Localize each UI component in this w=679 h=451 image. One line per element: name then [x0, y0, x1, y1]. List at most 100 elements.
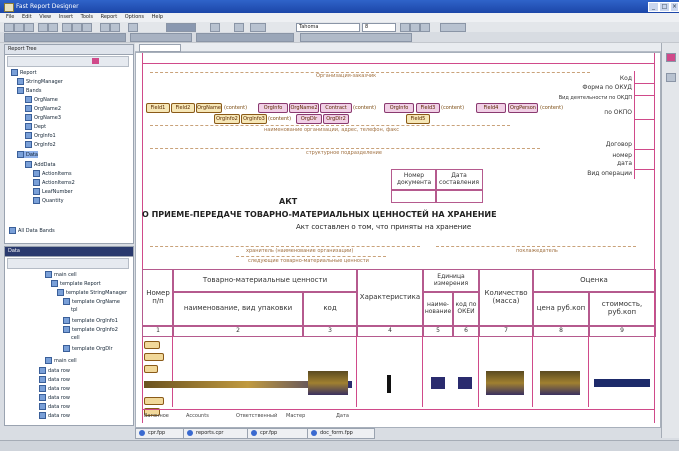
font-combo[interactable]: Tahoma [296, 23, 360, 32]
field-pill[interactable]: Field3 [416, 103, 440, 113]
band-marker[interactable] [144, 397, 164, 405]
data-item[interactable]: template StringManager [57, 289, 127, 296]
maximize-icon[interactable]: □ [659, 2, 670, 12]
tree-item[interactable]: AddData [25, 161, 56, 168]
font-italic-icon[interactable] [410, 23, 420, 32]
file-tab[interactable]: reports.cpr [183, 428, 257, 439]
unit-name-field[interactable] [431, 377, 445, 389]
data-item[interactable]: data row [39, 412, 70, 419]
save-icon[interactable] [24, 23, 34, 32]
data-item[interactable]: data row [39, 367, 70, 374]
qty-field[interactable] [486, 371, 524, 395]
align-icon[interactable] [210, 23, 220, 32]
band-marker[interactable] [144, 365, 158, 373]
font-underline-icon[interactable] [420, 23, 430, 32]
field-pill[interactable]: Field4 [476, 103, 506, 113]
data-item[interactable]: tpl [71, 307, 78, 313]
redo-icon[interactable] [110, 23, 120, 32]
tree-item[interactable]: Quantity [33, 197, 64, 204]
field-pill[interactable]: OrgPerson [508, 103, 538, 113]
close-icon[interactable]: × [670, 2, 679, 12]
field-pill[interactable]: OrgName2 [289, 103, 319, 113]
menu-insert[interactable]: Insert [59, 14, 73, 20]
tree-item[interactable]: StringManager [17, 78, 63, 85]
paste-icon[interactable] [82, 23, 92, 32]
zoom-icon[interactable] [128, 23, 138, 32]
tree-item[interactable]: OrgName3 [25, 114, 61, 121]
cut-icon[interactable] [62, 23, 72, 32]
preview-icon[interactable] [38, 23, 48, 32]
tree-item[interactable]: OrgName [25, 96, 58, 103]
tree-item[interactable]: Bands [17, 87, 41, 94]
font-bold-icon[interactable] [400, 23, 410, 32]
toolbox-icon[interactable] [666, 73, 676, 82]
doc-date-value[interactable] [435, 189, 483, 203]
tree-item[interactable]: OrgInfo2 [25, 141, 56, 148]
bold-icon[interactable] [234, 23, 244, 32]
data-item[interactable]: main cell [45, 357, 77, 364]
format-buttons[interactable] [4, 33, 126, 42]
field-pill[interactable]: Field2 [171, 103, 195, 113]
copy-icon[interactable] [72, 23, 82, 32]
align-group-icon[interactable] [440, 23, 466, 32]
data-item[interactable]: template OrgDlr [63, 345, 113, 352]
open-icon[interactable] [14, 23, 24, 32]
menu-view[interactable]: View [39, 14, 51, 20]
data-item[interactable]: template OrgInfo1 [63, 317, 118, 324]
field-pill[interactable]: Field5 [406, 114, 430, 124]
data-item[interactable]: template OrgInfo2 [63, 326, 118, 333]
report-canvas[interactable]: Организация-заказчик Код Форма по ОКУД п… [135, 52, 661, 428]
menu-tools[interactable]: Tools [81, 14, 93, 20]
menu-help[interactable]: Help [152, 14, 163, 20]
tree-item[interactable]: Dept [25, 123, 46, 130]
field-pill[interactable]: OrgInfo3 [241, 114, 267, 124]
field-pill[interactable]: Field1 [146, 103, 170, 113]
tree-item-root[interactable]: Report [11, 69, 37, 76]
data-item[interactable]: cell [71, 335, 80, 341]
field-pill[interactable]: OrgInfo [384, 103, 414, 113]
field-pill[interactable]: OrgDlr2 [323, 114, 349, 124]
menu-options[interactable]: Options [125, 14, 144, 20]
menu-report[interactable]: Report [101, 14, 118, 20]
band-marker[interactable] [144, 341, 160, 349]
menu-file[interactable]: File [6, 14, 14, 20]
field-pill[interactable]: OrgDlr [296, 114, 322, 124]
tree-item[interactable]: ActionItems [33, 170, 72, 177]
grid-button[interactable] [166, 23, 196, 32]
data-item[interactable]: data row [39, 376, 70, 383]
char-field[interactable] [387, 375, 391, 393]
tree-item[interactable]: LeafNumber [33, 188, 73, 195]
new-icon[interactable] [4, 23, 14, 32]
tree-item[interactable]: OrgName2 [25, 105, 61, 112]
print-icon[interactable] [48, 23, 58, 32]
unit-code-field[interactable] [458, 377, 472, 389]
doc-number-value[interactable] [391, 189, 437, 203]
field-pill[interactable]: OrgName [196, 103, 222, 113]
color-icon[interactable] [250, 23, 266, 32]
toolbox-icon[interactable] [666, 53, 676, 62]
object-buttons[interactable] [300, 33, 412, 42]
data-item[interactable]: main cell [45, 271, 77, 278]
tree-item-selected[interactable]: Data [17, 151, 38, 158]
price-field[interactable] [540, 371, 580, 395]
data-item[interactable]: template OrgName [63, 298, 120, 305]
size-combo[interactable]: 8 [362, 23, 396, 32]
layout-buttons[interactable] [196, 33, 294, 42]
data-item[interactable]: data row [39, 385, 70, 392]
code-field[interactable] [308, 371, 348, 395]
field-pill[interactable]: OrgInfo2 [214, 114, 240, 124]
data-item[interactable]: template Report [51, 280, 101, 287]
border-buttons[interactable] [130, 33, 192, 42]
cost-field[interactable] [594, 379, 650, 387]
menu-edit[interactable]: Edit [22, 14, 32, 20]
undo-icon[interactable] [100, 23, 110, 32]
data-item[interactable]: data row [39, 394, 70, 401]
minimize-icon[interactable]: _ [648, 2, 659, 12]
band-marker[interactable] [144, 353, 164, 361]
tree-item[interactable]: All Data Bands [9, 227, 55, 234]
tree-item[interactable]: ActionItems2 [33, 179, 75, 186]
data-item[interactable]: data row [39, 403, 70, 410]
file-tab[interactable]: doc_form.fpp [307, 428, 375, 439]
field-pill[interactable]: OrgInfo [258, 103, 288, 113]
field-pill[interactable]: Contract [320, 103, 352, 113]
